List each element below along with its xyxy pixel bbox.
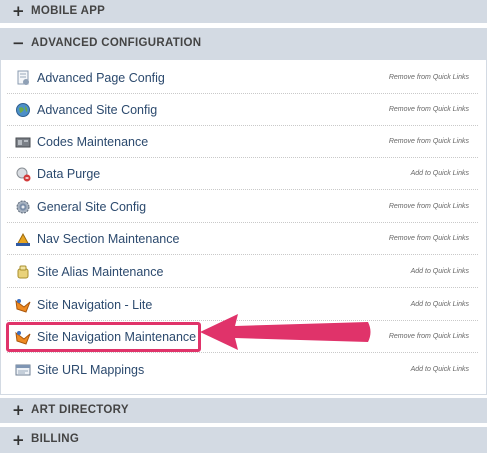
gear-icon — [16, 200, 30, 214]
item-link[interactable]: General Site Config — [37, 200, 146, 214]
quick-link-toggle[interactable]: Remove from Quick Links — [389, 235, 469, 242]
item-link[interactable]: Data Purge — [37, 167, 100, 181]
globe-icon — [16, 103, 30, 117]
quick-link-toggle[interactable]: Remove from Quick Links — [389, 333, 469, 340]
quick-link-toggle[interactable]: Remove from Quick Links — [389, 203, 469, 210]
item-link[interactable]: Advanced Site Config — [37, 103, 157, 117]
quick-link-toggle[interactable]: Add to Quick Links — [411, 301, 469, 308]
quick-link-toggle[interactable]: Remove from Quick Links — [389, 74, 469, 81]
annotation-arrow-icon — [200, 314, 371, 350]
expand-icon: + — [12, 401, 25, 419]
list-item: Site URL Mappings Add to Quick Links — [0, 354, 478, 386]
expand-icon: + — [12, 430, 25, 449]
item-link[interactable]: Site URL Mappings — [37, 363, 144, 377]
section-header-mobile-app[interactable]: + MOBILE APP — [0, 0, 487, 23]
page-config-icon — [17, 70, 29, 85]
highlight-box — [6, 322, 201, 352]
list-item: Data Purge Add to Quick Links — [0, 158, 478, 190]
section-title: BILLING — [31, 433, 80, 446]
collapse-icon: − — [12, 34, 25, 52]
list-item: Advanced Page Config Remove from Quick L… — [0, 62, 478, 94]
quick-link-toggle[interactable]: Add to Quick Links — [411, 268, 469, 275]
list-item: Nav Section Maintenance Remove from Quic… — [0, 223, 478, 255]
expand-icon: + — [12, 2, 25, 20]
quick-link-toggle[interactable]: Add to Quick Links — [411, 366, 469, 373]
quick-link-toggle[interactable]: Remove from Quick Links — [389, 106, 469, 113]
divider — [7, 254, 478, 255]
quick-link-toggle[interactable]: Remove from Quick Links — [389, 138, 469, 145]
list-item: General Site Config Remove from Quick Li… — [0, 191, 478, 223]
divider — [7, 189, 478, 190]
item-link[interactable]: Codes Maintenance — [37, 135, 148, 149]
item-link[interactable]: Site Alias Maintenance — [37, 265, 163, 279]
nav-section-icon — [16, 232, 30, 246]
section-title: MOBILE APP — [31, 4, 106, 17]
list-item: Site Alias Maintenance Add to Quick Link… — [0, 256, 478, 288]
divider — [7, 287, 478, 288]
quick-link-toggle[interactable]: Add to Quick Links — [411, 170, 469, 177]
site-alias-icon — [17, 265, 29, 279]
data-purge-icon — [16, 167, 31, 182]
item-link[interactable]: Nav Section Maintenance — [37, 232, 179, 246]
section-title: ART DIRECTORY — [31, 403, 129, 416]
site-navigation-icon — [15, 299, 31, 313]
item-link[interactable]: Advanced Page Config — [37, 71, 165, 85]
url-mappings-icon — [15, 364, 31, 376]
codes-icon — [15, 137, 31, 148]
list-item: Codes Maintenance Remove from Quick Link… — [0, 126, 478, 158]
section-header-art-directory[interactable]: + ART DIRECTORY — [0, 398, 487, 423]
item-link[interactable]: Site Navigation - Lite — [37, 298, 152, 312]
list-item: Advanced Site Config Remove from Quick L… — [0, 94, 478, 126]
section-header-advanced-configuration[interactable]: − ADVANCED CONFIGURATION — [0, 28, 487, 59]
section-header-billing[interactable]: + BILLING — [0, 427, 487, 453]
section-title: ADVANCED CONFIGURATION — [31, 36, 202, 49]
